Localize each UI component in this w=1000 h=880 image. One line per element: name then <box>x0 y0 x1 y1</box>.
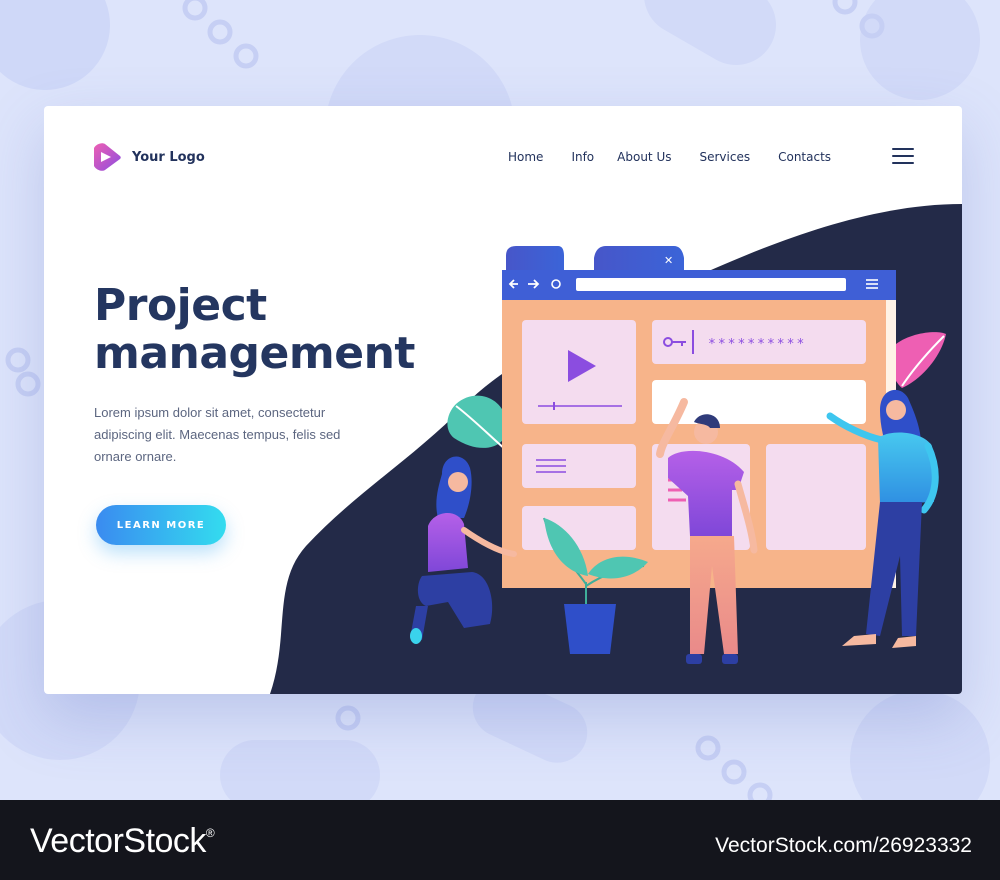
address-bar <box>576 278 846 291</box>
password-mask: ********** <box>708 337 806 352</box>
nav-about-us[interactable]: About Us <box>617 150 671 164</box>
learn-more-button[interactable]: LEARN MORE <box>96 505 226 545</box>
close-icon: ✕ <box>664 254 673 267</box>
nav-info[interactable]: Info <box>571 150 594 164</box>
footer-brand: VectorStock® <box>30 822 215 861</box>
footer-brand-text: VectorStock <box>30 822 206 860</box>
trademark-symbol: ® <box>205 826 215 840</box>
main-nav: Home Info About Us Services Contacts <box>508 150 859 164</box>
nav-home[interactable]: Home <box>508 150 543 164</box>
hero-description: Lorem ipsum dolor sit amet, consectetur … <box>94 405 341 464</box>
hero-illustration: ✕ ✕ ********** <box>270 204 962 694</box>
page-title: Project management <box>94 282 514 378</box>
nav-services[interactable]: Services <box>699 150 750 164</box>
title-line-1: Project <box>94 280 267 331</box>
close-icon: ✕ <box>572 254 581 267</box>
logo[interactable]: Your Logo <box>92 142 205 172</box>
landing-page-card: ✕ ✕ ********** Your Logo Home Info About… <box>44 106 962 694</box>
title-line-2: management <box>94 328 415 379</box>
footer-bar: VectorStock® VectorStock.com/26923332 <box>0 800 1000 880</box>
logo-text: Your Logo <box>132 149 205 165</box>
logo-triangle-icon <box>94 143 121 171</box>
footer-image-id: VectorStock.com/26923332 <box>715 834 972 857</box>
hamburger-menu-icon[interactable] <box>892 148 914 166</box>
nav-contacts[interactable]: Contacts <box>778 150 831 164</box>
